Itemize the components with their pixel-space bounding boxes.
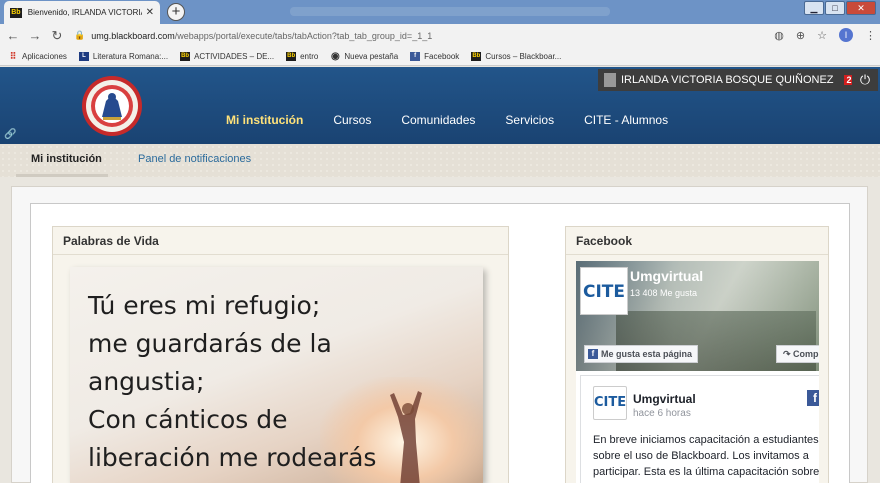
verse-line: Tú eres mi refugio; [88,291,321,320]
post-author-avatar[interactable]: CITE [593,386,627,420]
globe-icon: ◉ [330,50,340,62]
bookmark-apps[interactable]: ⠿ Aplicaciones [8,50,67,61]
bookmark-literatura[interactable]: L Literatura Romana:... [78,51,169,61]
like-page-button[interactable]: f Me gusta esta página [584,345,699,363]
back-arrow-icon[interactable]: ← [4,28,22,43]
share-button-label: Comp [793,349,819,359]
bookmark-nueva-pestana[interactable]: ◉ Nueva pestaña [330,50,399,62]
nav-cursos[interactable]: Cursos [333,113,371,127]
bookmark-label: ACTIVIDADES – DE... [194,51,275,61]
cite-logo[interactable]: CITE [580,267,628,315]
module-title: Palabras de Vida [53,227,508,255]
university-seal-logo[interactable] [72,73,152,137]
verse-line: angustia; [88,367,205,396]
user-name: IRLANDA VICTORIA BOSQUE QUIÑONEZ [621,74,834,86]
reload-icon[interactable]: ↻ [48,28,66,44]
window-title-blur [290,7,610,16]
close-tab-icon[interactable]: ✕ [146,7,154,18]
browser-tab-strip: Bb Bienvenido, IRLANDA VICTORIA ✕ + ▁ □ … [0,0,880,24]
tab-title: Bienvenido, IRLANDA VICTORIA [27,8,142,17]
facebook-page-plugin: CITE Umgvirtual 13 408 Me gusta f Me gus… [576,261,819,483]
blackboard-icon: Bb [471,51,482,61]
maximize-button[interactable]: □ [825,1,845,15]
woman-raising-arms-figure [390,391,422,483]
main-navigation: Mi institución Cursos Comunidades Servic… [226,113,698,127]
bookmarks-bar: ⠿ Aplicaciones L Literatura Romana:... B… [0,47,880,66]
bookmark-facebook[interactable]: f Facebook [410,51,460,61]
bookmark-label: Facebook [424,51,460,61]
share-button[interactable]: ↷ Comp [776,345,819,363]
url-host: umg.blackboard.com [91,30,175,41]
bookmark-label: Cursos – Blackboar... [485,51,562,61]
sub-tabs: Mi institución Panel de notificaciones [0,144,880,177]
active-tab-indicator [16,174,108,177]
address-bar: ← → ↻ 🔒 umg.blackboard.com/webapps/porta… [0,24,880,47]
bookmark-cursos[interactable]: Bb Cursos – Blackboar... [471,51,562,61]
module-container: Palabras de Vida Tú eres mi refugio; me … [30,203,850,483]
verse-line: me guardarás de la [88,329,332,358]
facebook-likes-count: 13 408 Me gusta [630,288,698,298]
module-facebook: Facebook CITE Umgvirtual 13 408 Me gusta… [565,226,829,483]
facebook-icon: f [410,51,421,61]
bookmark-actividades[interactable]: Bb ACTIVIDADES – DE... [180,51,275,61]
cookie-blocked-icon[interactable]: ◍ [774,29,784,42]
bookmark-label: Aplicaciones [22,51,67,61]
bookmark-label: entro [300,51,319,61]
facebook-f-icon: f [588,349,598,359]
lock-icon: 🔒 [74,30,86,40]
nav-mi-institucion[interactable]: Mi institución [226,113,303,127]
facebook-page-name[interactable]: Umgvirtual [630,268,703,284]
facebook-logo-icon[interactable]: f [807,390,819,406]
module-title: Facebook [566,227,828,255]
blackboard-icon: Bb [180,51,191,61]
subtab-mi-institucion[interactable]: Mi institución [31,153,102,165]
apps-grid-icon: ⠿ [9,50,17,61]
verse-line: liberación me rodearás [88,443,377,472]
minimize-button[interactable]: ▁ [804,1,824,15]
blackboard-favicon-icon: Bb [10,7,22,18]
close-window-button[interactable]: ✕ [846,1,876,15]
like-button-label: Me gusta esta página [601,349,693,359]
module-palabras-de-vida: Palabras de Vida Tú eres mi refugio; me … [52,226,509,483]
l-site-icon: L [78,51,89,61]
forward-arrow-icon[interactable]: → [26,28,44,43]
bookmark-label: Literatura Romana:... [92,51,169,61]
blackboard-icon: Bb [286,51,297,61]
facebook-cover-photo[interactable]: CITE Umgvirtual 13 408 Me gusta f Me gus… [576,261,819,371]
bookmark-label: Nueva pestaña [344,51,399,61]
nav-comunidades[interactable]: Comunidades [401,113,475,127]
bookmark-star-icon[interactable]: ☆ [817,29,827,42]
post-author-name[interactable]: Umgvirtual [633,392,696,406]
subtab-panel-notificaciones[interactable]: Panel de notificaciones [138,153,251,165]
logout-power-icon[interactable]: ⏻ [852,69,878,91]
link-pin-icon[interactable]: 🔗 [4,129,16,140]
nav-cite-alumnos[interactable]: CITE - Alumnos [584,113,668,127]
menu-kebab-icon[interactable]: ⋮ [865,29,876,42]
window-controls: ▁ □ ✕ [804,1,876,15]
user-menu[interactable]: IRLANDA VICTORIA BOSQUE QUIÑONEZ 2 ▼ [598,69,874,91]
url-path: /webapps/portal/execute/tabs/tabAction?t… [174,30,433,41]
nav-servicios[interactable]: Servicios [505,113,554,127]
bookmark-entro[interactable]: Bb entro [286,51,319,61]
facebook-post: CITE Umgvirtual hace 6 horas f En breve … [580,375,819,483]
new-tab-button[interactable]: + [167,3,185,21]
verse-image: Tú eres mi refugio; me guardarás de la a… [70,267,483,483]
user-avatar-icon [604,73,616,87]
post-timestamp[interactable]: hace 6 horas [633,408,691,419]
url-field[interactable]: 🔒 umg.blackboard.com/webapps/portal/exec… [74,30,432,41]
browser-tab[interactable]: Bb Bienvenido, IRLANDA VICTORIA ✕ [4,1,160,24]
blackboard-header: IRLANDA VICTORIA BOSQUE QUIÑONEZ 2 ▼ ⏻ M… [0,67,880,144]
address-bar-actions: ◍ ⊕ ☆ I ⋮ [774,28,876,42]
content-area: Palabras de Vida Tú eres mi refugio; me … [11,186,868,483]
verse-line: Con cánticos de [88,405,288,434]
profile-avatar[interactable]: I [839,28,853,42]
post-text: En breve iniciamos capacitación a estudi… [593,434,819,483]
zoom-icon[interactable]: ⊕ [796,29,805,42]
